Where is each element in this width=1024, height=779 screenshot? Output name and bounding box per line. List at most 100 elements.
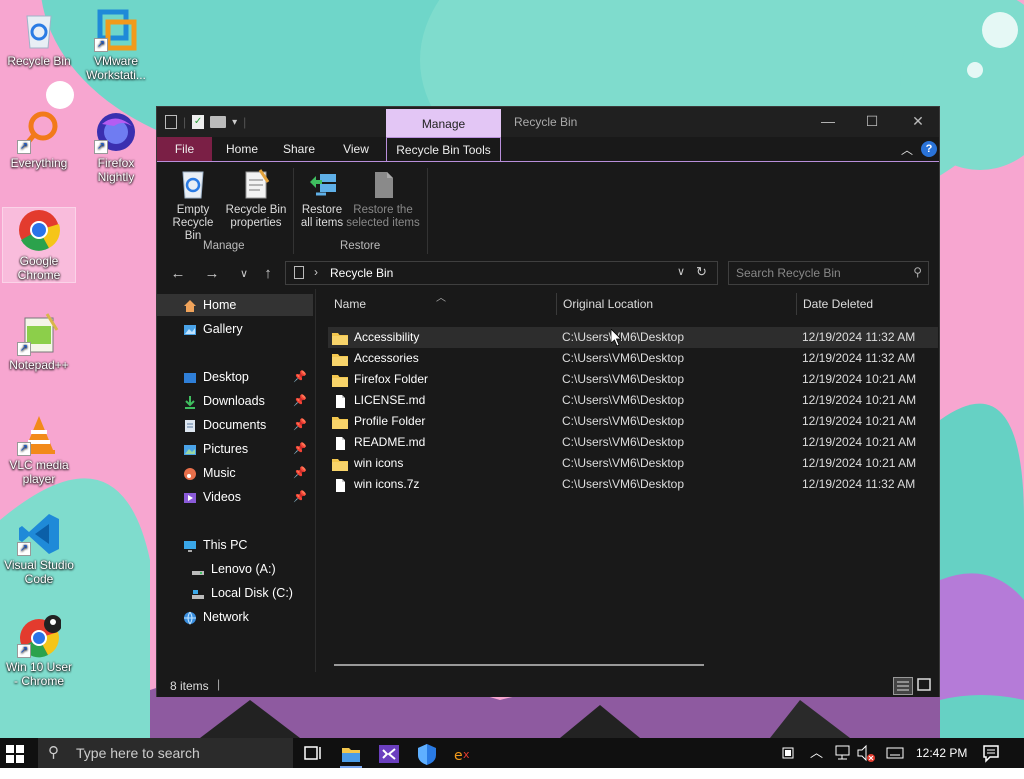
- nav-item-drive-c[interactable]: Local Disk (C:): [157, 582, 313, 604]
- table-row[interactable]: Profile Folder C:\Users\VM6\Desktop 12/19/…: [328, 411, 938, 432]
- up-button[interactable]: ↑: [257, 263, 279, 285]
- nav-item-documents[interactable]: Documents 📌: [157, 414, 313, 436]
- column-separator[interactable]: [796, 293, 797, 315]
- pin-icon[interactable]: 📌: [293, 366, 307, 388]
- search-box[interactable]: Search Recycle Bin ⚲: [728, 261, 929, 285]
- nav-item-home[interactable]: Home: [157, 294, 313, 316]
- status-bar: 8 items |: [157, 673, 939, 697]
- taskbar-ex-app[interactable]: ex: [446, 740, 480, 768]
- table-row[interactable]: win icons.7z C:\Users\VM6\Desktop 12/19/20…: [328, 474, 938, 495]
- desktop-icon-label: Firefox Nightly: [97, 156, 135, 184]
- restore-selected-items-button[interactable]: Restore the selected items: [345, 168, 421, 230]
- file-name: win icons: [354, 456, 404, 470]
- breadcrumb-chevron-icon: ›: [314, 265, 318, 279]
- column-header-date-deleted[interactable]: Date Deleted: [803, 289, 873, 319]
- collapse-ribbon-icon[interactable]: ︿: [901, 141, 913, 158]
- address-bar[interactable]: › Recycle Bin ∨ ↻: [285, 261, 718, 285]
- table-row[interactable]: LICENSE.md C:\Users\VM6\Desktop 12/19/2024…: [328, 390, 938, 411]
- task-view-button[interactable]: [296, 740, 330, 768]
- desktop-icon-chrome-profile[interactable]: ↗ Win 10 User - Chrome: [3, 614, 75, 688]
- tab-recycle-bin-tools[interactable]: Recycle Bin Tools: [386, 137, 501, 162]
- notepadpp-icon: ↗: [17, 312, 61, 356]
- tab-view[interactable]: View: [331, 137, 381, 161]
- table-row[interactable]: Accessories C:\Users\VM6\Desktop 12/19/202…: [328, 348, 938, 369]
- desktop-icon-vlc[interactable]: ↗ VLC media player: [3, 412, 75, 486]
- column-separator[interactable]: [556, 293, 557, 315]
- recycle-bin-properties-button[interactable]: Recycle Bin properties: [223, 168, 289, 230]
- customize-qat-icon[interactable]: ▾: [232, 117, 237, 128]
- tab-home[interactable]: Home: [217, 137, 267, 161]
- forward-button[interactable]: →: [201, 263, 223, 285]
- taskbar-visual-studio[interactable]: [372, 740, 406, 768]
- nav-item-downloads[interactable]: Downloads 📌: [157, 390, 313, 412]
- details-view-button[interactable]: [893, 677, 913, 695]
- restore-all-items-button[interactable]: Restore all items: [295, 168, 349, 230]
- minimize-button[interactable]: —: [805, 107, 851, 137]
- pin-icon[interactable]: 📌: [293, 462, 307, 484]
- close-button[interactable]: ✕: [895, 107, 941, 137]
- pin-icon[interactable]: 📌: [293, 486, 307, 508]
- breadcrumb[interactable]: Recycle Bin: [330, 266, 393, 280]
- refresh-icon[interactable]: ↻: [696, 264, 707, 280]
- pin-icon[interactable]: 📌: [293, 390, 307, 412]
- volume-muted-icon[interactable]: [856, 738, 876, 768]
- start-button[interactable]: [6, 745, 24, 763]
- nav-item-gallery[interactable]: Gallery: [157, 318, 313, 340]
- nav-item-desktop[interactable]: Desktop 📌: [157, 366, 313, 388]
- ribbon-tabs: File Home Share View Recycle Bin Tools ︿…: [157, 137, 939, 162]
- tray-notification-icon[interactable]: [782, 738, 794, 768]
- nav-item-this-pc[interactable]: This PC: [157, 534, 313, 556]
- desktop-icon-notepadpp[interactable]: ↗ Notepad++: [3, 312, 75, 372]
- nav-item-pictures[interactable]: Pictures 📌: [157, 438, 313, 460]
- desktop-icon-recycle-bin[interactable]: Recycle Bin: [3, 8, 75, 68]
- horizontal-scrollbar[interactable]: [334, 664, 704, 666]
- nav-label: This PC: [203, 538, 248, 552]
- column-header-name[interactable]: Name: [334, 289, 366, 319]
- desktop-icon-firefox-nightly[interactable]: ↗ Firefox Nightly: [80, 110, 152, 184]
- file-list: ︿ Name Original Location Date Deleted Ac…: [316, 289, 939, 672]
- ribbon-label: all items: [300, 217, 344, 229]
- maximize-button[interactable]: ☐: [849, 107, 895, 137]
- pin-icon[interactable]: 📌: [293, 414, 307, 436]
- desktop-icon-label: Recycle Bin: [7, 54, 71, 68]
- table-row[interactable]: README.md C:\Users\VM6\Desktop 12/19/2024 …: [328, 432, 938, 453]
- show-hidden-icons-button[interactable]: ︿: [810, 738, 823, 768]
- large-icons-view-button[interactable]: [915, 677, 933, 693]
- desktop-icon-everything[interactable]: ↗ Everything: [3, 110, 75, 170]
- tab-share[interactable]: Share: [273, 137, 325, 161]
- taskbar-search-input[interactable]: Type here to search: [76, 738, 200, 768]
- manage-context-tab[interactable]: Manage: [386, 109, 501, 137]
- action-center-icon[interactable]: [982, 738, 1000, 768]
- taskbar-search-box[interactable]: ⚲ Type here to search: [38, 738, 293, 768]
- table-row[interactable]: Firefox Folder C:\Users\VM6\Desktop 12/19/…: [328, 369, 938, 390]
- qat-separator: |: [183, 115, 187, 129]
- recycle-bin-small-icon[interactable]: [165, 115, 177, 129]
- nav-item-videos[interactable]: Videos 📌: [157, 486, 313, 508]
- item-count: 8 items: [170, 679, 209, 693]
- desktop-icon-chrome[interactable]: Google Chrome: [2, 207, 76, 283]
- taskbar-file-explorer[interactable]: [334, 740, 368, 768]
- desktop-icon-vmware[interactable]: ↗ VMware Workstati...: [80, 8, 152, 82]
- nav-item-drive-a[interactable]: Lenovo (A:): [157, 558, 313, 580]
- help-icon[interactable]: ?: [921, 141, 937, 157]
- tab-file[interactable]: File: [157, 137, 212, 161]
- clock[interactable]: 12:42 PM: [916, 738, 967, 768]
- original-location: C:\Users\VM6\Desktop: [562, 372, 685, 386]
- nav-item-network[interactable]: Network: [157, 606, 313, 628]
- pin-icon[interactable]: 📌: [293, 438, 307, 460]
- table-row[interactable]: win icons C:\Users\VM6\Desktop 12/19/2024 …: [328, 453, 938, 474]
- nav-item-music[interactable]: Music 📌: [157, 462, 313, 484]
- taskbar-defender[interactable]: [410, 740, 444, 768]
- properties-check-icon[interactable]: ✓: [192, 115, 205, 129]
- desktop-icon-vscode[interactable]: ↗ Visual Studio Code: [3, 512, 75, 586]
- back-button[interactable]: ←: [167, 263, 189, 285]
- column-header-original-location[interactable]: Original Location: [563, 289, 653, 319]
- address-dropdown-icon[interactable]: ∨: [677, 265, 685, 278]
- search-input[interactable]: Search Recycle Bin: [736, 266, 841, 280]
- recent-locations-button[interactable]: ∨: [233, 263, 255, 285]
- keyboard-icon[interactable]: [886, 738, 904, 768]
- new-folder-icon[interactable]: [210, 116, 227, 128]
- table-row[interactable]: Accessibility C:\Users\VM6\Desktop 12/19/2…: [328, 327, 938, 348]
- network-status-icon[interactable]: [834, 738, 852, 768]
- empty-recycle-bin-button[interactable]: Empty Recycle Bin: [163, 168, 223, 243]
